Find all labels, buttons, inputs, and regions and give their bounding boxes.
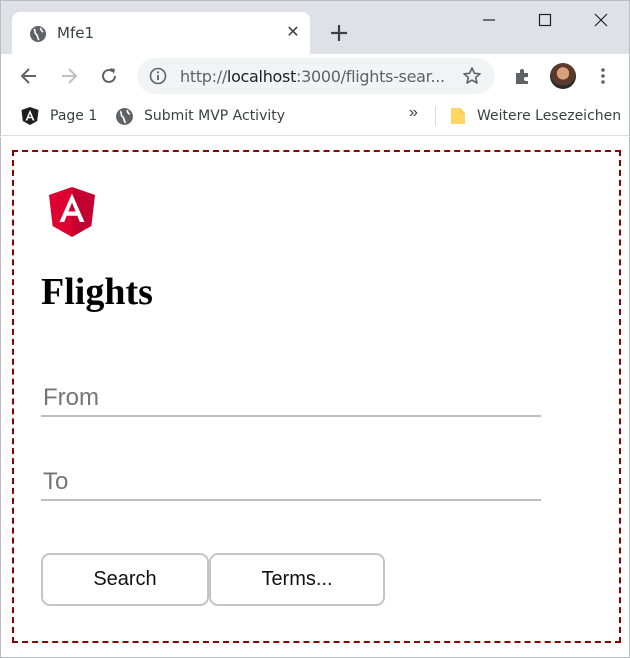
bookmark-other-folder[interactable]: Weitere Lesezeichen (449, 98, 621, 134)
bookmark-label: Page 1 (50, 108, 98, 124)
back-arrow-icon[interactable] (18, 65, 40, 87)
angular-icon (21, 107, 39, 125)
microfrontend-frame: Flights Search Terms... (12, 150, 621, 643)
bookmarks-divider (435, 106, 436, 126)
forward-arrow-icon[interactable] (58, 65, 80, 87)
page-content: Flights Search Terms... (0, 137, 630, 658)
address-bar[interactable]: http://localhost:3000/flights-sear... (137, 58, 495, 94)
address-url[interactable]: http://localhost:3000/flights-sear... (180, 67, 445, 86)
browser-toolbar: http://localhost:3000/flights-sear... (0, 54, 630, 98)
tab-close-icon[interactable]: ✕ (282, 22, 304, 44)
to-input[interactable] (41, 465, 541, 501)
bookmark-label: Submit MVP Activity (144, 108, 286, 124)
browser-tab[interactable]: Mfe1 ✕ (12, 12, 310, 55)
page-title: Flights (41, 271, 153, 313)
browser-titlebar: Mfe1 ✕ (0, 0, 630, 55)
globe-icon (30, 26, 46, 42)
bookmark-label: Weitere Lesezeichen (477, 108, 622, 124)
from-input[interactable] (41, 381, 541, 417)
globe-icon (116, 107, 133, 125)
bookmark-star-icon[interactable] (462, 66, 482, 86)
reload-icon[interactable] (98, 65, 120, 87)
bookmark-submit-mvp-activity[interactable]: Submit MVP Activity (115, 98, 285, 134)
folder-icon (451, 108, 465, 124)
tab-title: Mfe1 (57, 24, 94, 42)
info-icon[interactable] (149, 67, 167, 85)
bookmarks-overflow-icon[interactable]: » (409, 104, 418, 122)
profile-avatar[interactable] (550, 63, 576, 89)
bookmarks-bar: Page 1 Submit MVP Activity » Weitere Les… (0, 98, 630, 136)
angular-logo-icon (49, 187, 95, 237)
kebab-menu-icon[interactable] (592, 65, 614, 87)
new-tab-icon[interactable] (327, 21, 351, 45)
window-close-icon[interactable] (587, 9, 615, 31)
extensions-puzzle-icon[interactable] (512, 65, 534, 87)
bookmark-page-1[interactable]: Page 1 (20, 98, 97, 134)
maximize-icon[interactable] (531, 9, 559, 31)
terms-button[interactable]: Terms... (209, 553, 385, 606)
search-button[interactable]: Search (41, 553, 209, 606)
minimize-icon[interactable] (475, 9, 503, 31)
